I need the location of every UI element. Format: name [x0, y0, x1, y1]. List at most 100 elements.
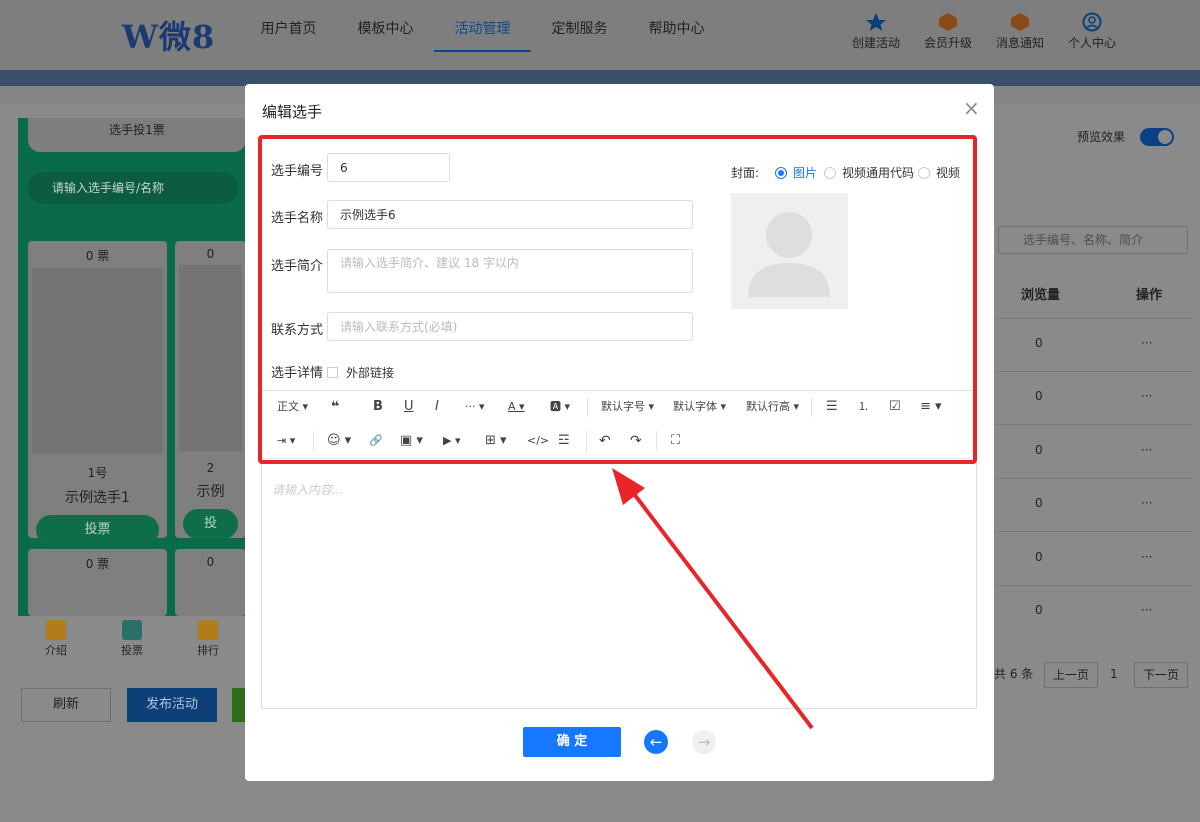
paragraph-style-dropdown[interactable]: 正文 ▾	[277, 397, 308, 417]
font-family-dropdown[interactable]: 默认字体 ▾	[673, 397, 726, 417]
close-icon[interactable]: ×	[963, 96, 980, 120]
preview-toggle[interactable]	[1140, 128, 1174, 146]
quote-icon[interactable]: ❝	[331, 397, 339, 417]
background-color-icon[interactable]: 🅰 ▾	[550, 397, 570, 417]
document-icon	[46, 620, 66, 640]
contestant-name: 示例	[196, 484, 225, 500]
row-more-button[interactable]: ···	[1141, 389, 1152, 403]
name-input[interactable]: 示例选手6	[327, 200, 693, 229]
vote-button[interactable]: 投票	[36, 515, 159, 545]
contestant-card[interactable]: 0	[175, 549, 246, 616]
contact-input[interactable]: 请输入联系方式(必填)	[327, 312, 693, 341]
cover-option-video[interactable]: 视频	[918, 164, 960, 181]
editor-toolbar: 正文 ▾ ❝ B U I ··· ▾ A ▾ 🅰 ▾ 默认字号 ▾ 默认字体 ▾…	[261, 390, 977, 458]
nav-activity-management[interactable]: 活动管理	[434, 0, 531, 52]
top-navbar: W微8 用户首页 模板中心 活动管理 定制服务 帮助中心 创建活动 会员升级 消…	[0, 0, 1200, 70]
user-icon	[1082, 12, 1102, 32]
confirm-button[interactable]: 确 定	[523, 727, 621, 757]
video-dropdown[interactable]: ▶ ▾	[443, 431, 460, 451]
font-color-icon[interactable]: A ▾	[508, 397, 525, 417]
vote-button[interactable]: 投	[183, 509, 238, 539]
preview-label: 预览效果	[1077, 130, 1126, 144]
vip-upgrade-button[interactable]: 会员升级	[912, 12, 984, 51]
bulleted-list-icon[interactable]: ☰	[826, 397, 838, 417]
notifications-label: 消息通知	[995, 36, 1044, 50]
column-views: 浏览量	[1021, 288, 1061, 303]
tab-intro[interactable]: 介绍	[18, 616, 94, 662]
contestant-number: 1号	[87, 466, 108, 480]
publish-activity-button[interactable]: 发布活动	[127, 688, 217, 722]
indent-dropdown[interactable]: ⇥ ▾	[277, 431, 295, 451]
editor-placeholder: 请输入内容...	[272, 483, 344, 497]
redo-icon[interactable]: ↷	[630, 431, 642, 451]
cover-option-video-code[interactable]: 视频通用代码	[824, 164, 914, 181]
trophy-icon	[198, 620, 218, 640]
row-more-button[interactable]: ···	[1141, 443, 1152, 457]
nav-links: 用户首页 模板中心 活动管理 定制服务 帮助中心	[240, 0, 725, 70]
more-styles-icon[interactable]: ··· ▾	[465, 397, 485, 417]
code-icon[interactable]: </>	[527, 431, 549, 451]
external-link-checkbox[interactable]: 外部链接	[327, 364, 394, 381]
image-dropdown[interactable]: ▣ ▾	[400, 431, 423, 451]
notifications-button[interactable]: 消息通知	[984, 12, 1056, 51]
font-size-dropdown[interactable]: 默认字号 ▾	[601, 397, 654, 417]
contestant-card[interactable]: 0 票	[28, 549, 167, 616]
column-actions: 操作	[1136, 288, 1163, 303]
next-page-button[interactable]: 下一页	[1134, 662, 1189, 688]
phone-tab[interactable]: 选手投1票	[28, 118, 246, 152]
contestant-card[interactable]: 0 2 示例 投	[175, 241, 246, 539]
emoji-dropdown[interactable]: ☺ ▾	[327, 431, 351, 451]
nav-templates[interactable]: 模板中心	[337, 0, 434, 70]
todo-list-icon[interactable]: ☑	[889, 397, 901, 417]
row-more-button[interactable]: ···	[1141, 336, 1152, 350]
detail-label: 选手详情	[271, 366, 324, 381]
ballot-icon	[122, 620, 142, 640]
checkbox-box	[327, 367, 338, 378]
intro-textarea[interactable]: 请输入选手简介、建议 18 字以内	[327, 249, 693, 293]
cover-image-upload[interactable]	[731, 193, 848, 309]
divider-line-icon[interactable]: ☲	[558, 431, 570, 451]
profile-button[interactable]: 个人中心	[1056, 12, 1128, 51]
phone-search-input[interactable]: 请输入选手编号/名称	[28, 172, 238, 204]
profile-label: 个人中心	[1067, 36, 1116, 50]
green-action-button[interactable]	[232, 688, 246, 722]
nav-home[interactable]: 用户首页	[240, 0, 337, 70]
italic-icon[interactable]: I	[435, 397, 439, 417]
cover-label: 封面:	[731, 166, 760, 180]
toolbar-divider	[313, 431, 314, 451]
create-activity-button[interactable]: 创建活动	[840, 12, 912, 51]
views-cell: 0	[1035, 389, 1043, 403]
line-height-dropdown[interactable]: 默认行高 ▾	[746, 397, 799, 417]
rich-text-editor[interactable]: 请输入内容...	[261, 458, 977, 709]
contestant-search-input[interactable]: 选手编号、名称、简介	[998, 226, 1188, 254]
current-page[interactable]: 1	[1110, 662, 1118, 688]
prev-page-button[interactable]: 上一页	[1044, 662, 1099, 688]
tab-vote[interactable]: 投票	[94, 616, 170, 662]
fullscreen-icon[interactable]: ⛶	[671, 431, 680, 451]
undo-icon[interactable]: ↶	[599, 431, 611, 451]
bold-icon[interactable]: B	[373, 397, 383, 417]
tab-ranking[interactable]: 排行	[170, 616, 246, 662]
align-dropdown[interactable]: ≡ ▾	[920, 397, 942, 417]
contestant-card[interactable]: 0 票 1号 示例选手1 投票	[28, 241, 167, 545]
nav-help[interactable]: 帮助中心	[628, 0, 725, 70]
number-input[interactable]: 6	[327, 153, 450, 182]
forward-arrow-icon[interactable]: →	[692, 730, 716, 754]
toggle-knob	[1158, 130, 1172, 144]
row-more-button[interactable]: ···	[1141, 496, 1152, 510]
logo-w: W	[122, 18, 159, 56]
link-icon[interactable]: 🔗	[369, 431, 383, 451]
underline-icon[interactable]: U	[404, 397, 414, 417]
cover-option-image[interactable]: 图片	[775, 164, 817, 181]
table-dropdown[interactable]: ⊞ ▾	[485, 431, 507, 451]
site-logo[interactable]: W微8	[122, 12, 215, 58]
refresh-button[interactable]: 刷新	[21, 688, 111, 722]
vip-upgrade-label: 会员升级	[923, 36, 972, 50]
numbered-list-icon[interactable]: ⒈	[858, 397, 869, 417]
row-more-button[interactable]: ···	[1141, 550, 1152, 564]
views-cell: 0	[1035, 443, 1043, 457]
nav-custom-service[interactable]: 定制服务	[531, 0, 628, 70]
row-more-button[interactable]: ···	[1141, 603, 1152, 617]
contestant-image	[179, 265, 242, 451]
back-arrow-icon[interactable]: ←	[644, 730, 668, 754]
